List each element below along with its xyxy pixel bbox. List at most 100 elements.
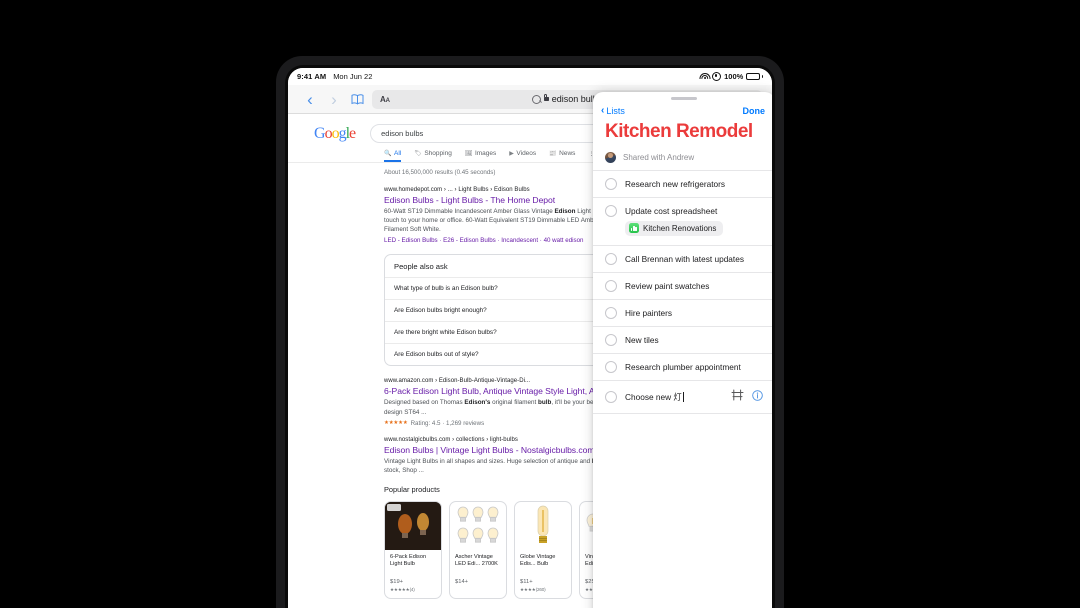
tag-icon: 🏷 bbox=[414, 150, 422, 157]
reminder-item[interactable]: Review paint swatches bbox=[593, 273, 772, 300]
lock-icon bbox=[544, 97, 549, 101]
reminder-attachment-row: Kitchen Renovations bbox=[593, 220, 772, 246]
reminder-item-editing[interactable]: Choose new 灯 bbox=[593, 381, 772, 414]
status-indicators: 100% bbox=[700, 72, 763, 81]
back-to-lists-button[interactable]: ‹ Lists bbox=[601, 106, 625, 116]
tab-videos-label: Videos bbox=[516, 150, 536, 157]
search-icon: 🔍 bbox=[384, 150, 391, 157]
shared-label: Shared with Andrew bbox=[623, 153, 694, 162]
list-title: Kitchen Remodel bbox=[593, 118, 772, 149]
info-circle-icon[interactable] bbox=[752, 388, 763, 406]
reminder-text: Update cost spreadsheet bbox=[625, 206, 763, 216]
attachment-label: Kitchen Renovations bbox=[643, 224, 716, 233]
reminder-text: Hire painters bbox=[625, 308, 763, 318]
paa-question[interactable]: Are Edison bulbs bright enough? bbox=[385, 299, 621, 321]
battery-full-icon bbox=[746, 73, 763, 80]
product-price: $14+ bbox=[455, 579, 501, 585]
chevron-left-icon[interactable]: ‹ bbox=[298, 91, 322, 108]
search-icon bbox=[532, 95, 541, 104]
news-icon: 📰 bbox=[549, 150, 556, 157]
product-rating: ★★★★★(4) bbox=[390, 587, 436, 593]
circle-unchecked-icon[interactable] bbox=[605, 253, 617, 265]
done-button[interactable]: Done bbox=[743, 106, 766, 116]
paa-question[interactable]: Are there bright white Edison bulbs? bbox=[385, 321, 621, 343]
reminder-item[interactable]: Call Brennan with latest updates bbox=[593, 246, 772, 273]
attachment-chip[interactable]: Kitchen Renovations bbox=[625, 221, 723, 236]
reminder-item[interactable]: New tiles bbox=[593, 327, 772, 354]
reminder-text: New tiles bbox=[625, 335, 763, 345]
circle-unchecked-icon[interactable] bbox=[605, 334, 617, 346]
circle-unchecked-icon[interactable] bbox=[605, 361, 617, 373]
book-icon[interactable] bbox=[346, 94, 368, 105]
product-name: Ascher Vintage LED Edi... 2700K bbox=[455, 554, 501, 576]
circle-unchecked-icon[interactable] bbox=[605, 280, 617, 292]
paa-title: People also ask bbox=[385, 255, 621, 277]
screenshot-stage: 9:41 AM Mon Jun 22 100% ‹ bbox=[0, 0, 1080, 608]
chevron-right-icon[interactable]: › bbox=[322, 91, 346, 108]
reminder-text: Call Brennan with latest updates bbox=[625, 254, 763, 264]
reminder-text: Research plumber appointment bbox=[625, 362, 763, 372]
product-card[interactable]: Globe Vintage Edis... Bulb $11+ ★★★★(260… bbox=[514, 501, 572, 599]
product-meta: 6-Pack Edison Light Bulb $19+ ★★★★★(4) bbox=[385, 550, 441, 598]
people-also-ask: People also ask What type of bulb is an … bbox=[384, 254, 622, 366]
wifi-icon bbox=[700, 73, 709, 80]
tab-news-label: News bbox=[559, 150, 575, 157]
paa-question[interactable]: Are Edison bulbs out of style? bbox=[385, 343, 621, 365]
rating-text: Rating: 4.5 · 1,269 reviews bbox=[411, 420, 485, 427]
product-image bbox=[515, 502, 571, 550]
drag-stool-icon[interactable] bbox=[731, 388, 744, 406]
reminder-item[interactable]: Research plumber appointment bbox=[593, 354, 772, 381]
shared-with-row[interactable]: Shared with Andrew bbox=[593, 149, 772, 171]
reminder-item[interactable]: Update cost spreadsheet bbox=[593, 198, 772, 220]
product-price: $19+ bbox=[390, 579, 436, 585]
product-image bbox=[385, 502, 441, 550]
reminder-text[interactable]: Choose new 灯 bbox=[625, 391, 718, 403]
product-meta: Globe Vintage Edis... Bulb $11+ ★★★★(260… bbox=[515, 550, 571, 598]
tab-videos[interactable]: ▶ Videos bbox=[509, 150, 536, 162]
tab-all[interactable]: 🔍 All bbox=[384, 150, 401, 162]
status-time: 9:41 AM bbox=[297, 72, 326, 81]
ipad-device-frame: 9:41 AM Mon Jun 22 100% ‹ bbox=[276, 56, 784, 608]
product-card[interactable]: Ascher Vintage LED Edi... 2700K $14+ bbox=[449, 501, 507, 599]
tab-images[interactable]: 🖼 Images bbox=[465, 150, 496, 162]
product-image bbox=[450, 502, 506, 550]
ipad-screen: 9:41 AM Mon Jun 22 100% ‹ bbox=[288, 68, 772, 608]
tab-images-label: Images bbox=[475, 150, 496, 157]
product-name: Globe Vintage Edis... Bulb bbox=[520, 554, 566, 576]
numbers-app-icon bbox=[629, 223, 639, 233]
panel-nav-bar: ‹ Lists Done bbox=[593, 100, 772, 118]
location-arrow-icon bbox=[712, 72, 721, 81]
status-date: Mon Jun 22 bbox=[333, 72, 372, 81]
chevron-left-icon: ‹ bbox=[601, 106, 604, 116]
back-label: Lists bbox=[606, 106, 625, 116]
tab-all-label: All bbox=[394, 150, 401, 157]
product-rating: ★★★★(260) bbox=[520, 587, 566, 593]
circle-unchecked-icon[interactable] bbox=[605, 307, 617, 319]
reminders-panel: ‹ Lists Done Kitchen Remodel Shared with… bbox=[593, 92, 772, 608]
google-logo: Google bbox=[314, 125, 355, 143]
product-card[interactable]: 6-Pack Edison Light Bulb $19+ ★★★★★(4) bbox=[384, 501, 442, 599]
tab-shopping-label: Shopping bbox=[424, 150, 451, 157]
reminder-item[interactable]: Research new refrigerators bbox=[593, 171, 772, 198]
product-meta: Ascher Vintage LED Edi... 2700K $14+ bbox=[450, 550, 506, 592]
star-rating-icon: ★★★★★ bbox=[384, 420, 408, 426]
circle-unchecked-icon[interactable] bbox=[605, 391, 617, 403]
ipad-bezel: 9:41 AM Mon Jun 22 100% ‹ bbox=[285, 65, 775, 608]
battery-percent: 100% bbox=[724, 72, 743, 81]
video-icon: ▶ bbox=[509, 150, 514, 157]
paa-question[interactable]: What type of bulb is an Edison bulb? bbox=[385, 277, 621, 299]
product-name: 6-Pack Edison Light Bulb bbox=[390, 554, 436, 576]
image-icon: 🖼 bbox=[465, 150, 473, 157]
tab-news[interactable]: 📰 News bbox=[549, 150, 575, 162]
reminder-item[interactable]: Hire painters bbox=[593, 300, 772, 327]
avatar-icon bbox=[605, 152, 616, 163]
circle-unchecked-icon[interactable] bbox=[605, 178, 617, 190]
status-bar: 9:41 AM Mon Jun 22 100% bbox=[288, 68, 772, 85]
reminder-text: Review paint swatches bbox=[625, 281, 763, 291]
tab-shopping[interactable]: 🏷 Shopping bbox=[414, 150, 452, 162]
product-price: $11+ bbox=[520, 579, 566, 585]
google-search-value: edison bulbs bbox=[381, 129, 423, 138]
circle-unchecked-icon[interactable] bbox=[605, 205, 617, 217]
text-cursor bbox=[683, 392, 684, 402]
reminder-text: Research new refrigerators bbox=[625, 179, 763, 189]
